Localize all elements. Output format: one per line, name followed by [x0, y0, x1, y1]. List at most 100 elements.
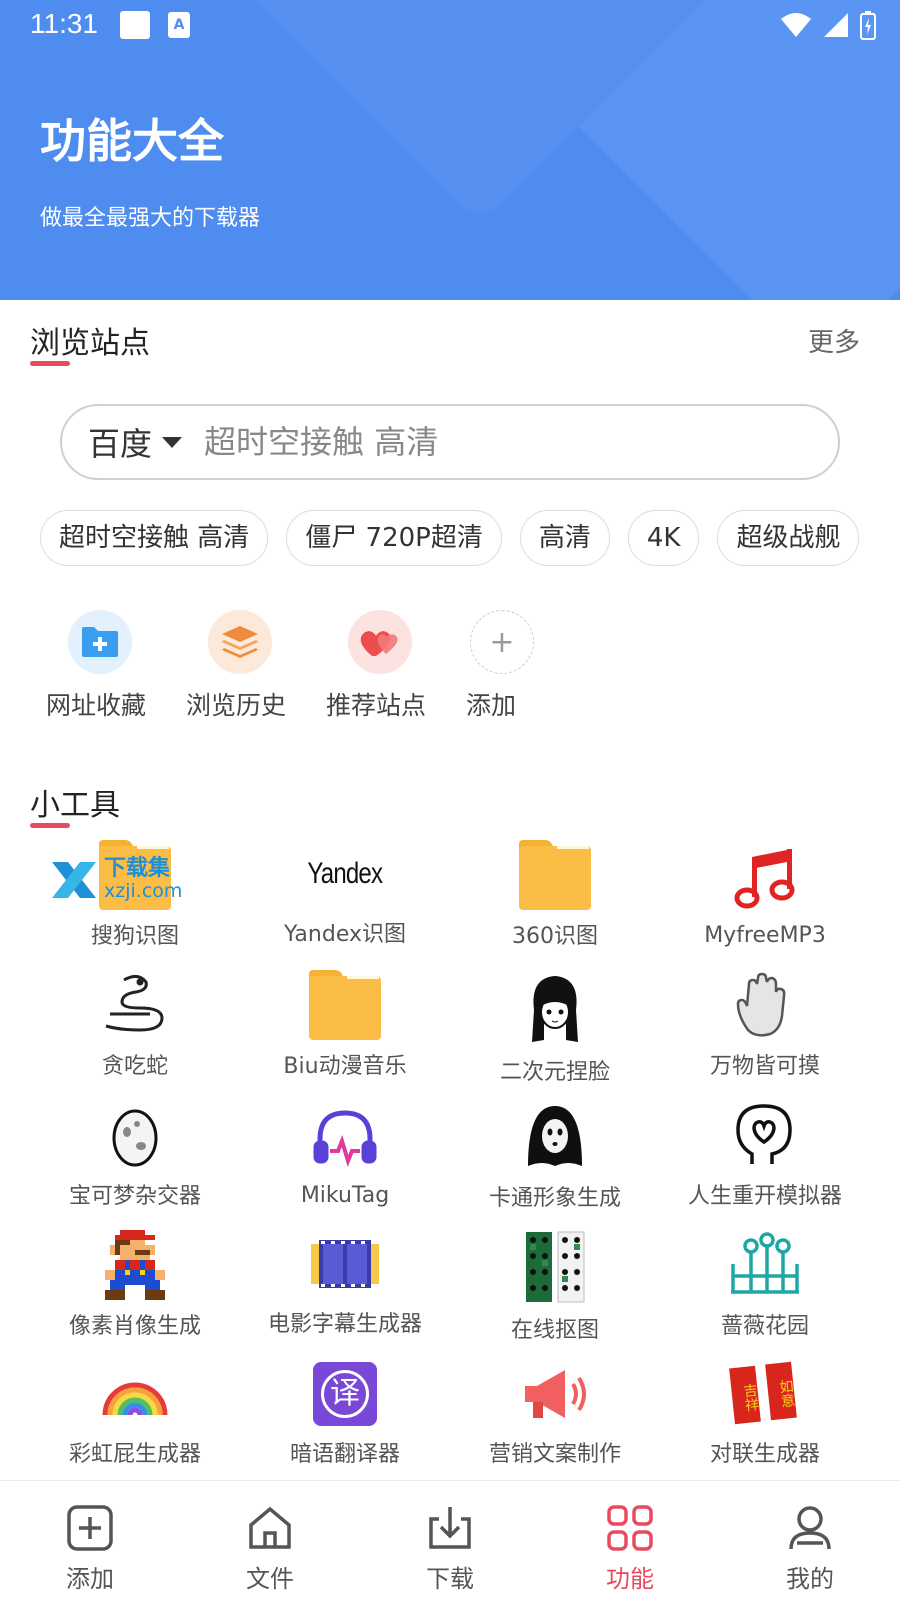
- tool-yandex-image[interactable]: Yandex Yandex识图: [240, 840, 450, 948]
- signal-icon: [824, 13, 848, 37]
- user-icon: [789, 1506, 831, 1550]
- nav-functions[interactable]: 功能: [540, 1481, 720, 1600]
- hand-icon: [727, 970, 803, 1040]
- shortcut-label: 浏览历史: [186, 691, 287, 720]
- nav-download[interactable]: 下载: [360, 1481, 540, 1600]
- hearts-icon: [348, 610, 412, 674]
- tool-cartoon-avatar[interactable]: 卡通形象生成: [450, 1100, 660, 1211]
- folder-icon: [307, 970, 383, 1040]
- tool-label: 卡通形象生成: [488, 1186, 621, 1211]
- tool-rose-garden[interactable]: 蔷薇花园: [660, 1230, 870, 1339]
- home-icon: [249, 1506, 291, 1549]
- tool-label: 万物皆可摸: [709, 1054, 820, 1079]
- nav-label: 文件: [246, 1565, 294, 1593]
- grid-icon: [607, 1505, 653, 1551]
- tool-movie-subtitle[interactable]: 电影字幕生成器: [240, 1230, 450, 1338]
- anime-girl-icon: [517, 970, 593, 1046]
- tool-360-image[interactable]: 360识图: [450, 840, 660, 949]
- search-engine-select[interactable]: 百度: [88, 419, 152, 465]
- yandex-logo: Yandex: [307, 857, 384, 890]
- film-strip-icon: [307, 1230, 383, 1298]
- chevron-down-icon[interactable]: [162, 436, 183, 448]
- tools-grid: 搜狗识图 Yandex Yandex识图 360识图 MyfreeMP3 贪吃蛇…: [30, 840, 870, 1468]
- header-banner: 11:31 A 功能大全 做最全最强大的下载器: [0, 0, 900, 300]
- tool-label: MyfreeMP3: [704, 923, 826, 948]
- nav-label: 我的: [786, 1565, 834, 1593]
- tool-biu-anime-music[interactable]: Biu动漫音乐: [240, 970, 450, 1079]
- tool-label: 电影字幕生成器: [267, 1312, 422, 1337]
- watermark-domain: xzji.com: [104, 880, 183, 902]
- tool-label: MikuTag: [300, 1183, 390, 1208]
- status-icons: [780, 10, 876, 40]
- tool-pixel-portrait[interactable]: 像素肖像生成: [30, 1230, 240, 1339]
- title-underline: [30, 361, 70, 366]
- section-title-tools-label: 小工具: [30, 788, 120, 823]
- tool-myfreemp3[interactable]: MyfreeMP3: [660, 840, 870, 948]
- wifi-icon: [781, 13, 811, 37]
- tool-label: Yandex识图: [284, 922, 406, 947]
- search-chip[interactable]: 僵尸 720P超清: [286, 510, 502, 566]
- nav-add[interactable]: 添加: [0, 1481, 180, 1600]
- shortcut-label: 网址收藏: [46, 691, 147, 720]
- nav-profile[interactable]: 我的: [720, 1481, 900, 1600]
- tool-pokemon-fusion[interactable]: 宝可梦杂交器: [30, 1100, 240, 1209]
- headphones-icon: [307, 1100, 383, 1175]
- megaphone-icon: [517, 1360, 593, 1428]
- nav-files[interactable]: 文件: [180, 1481, 360, 1600]
- tool-secret-translator[interactable]: 译 暗语翻译器: [240, 1360, 450, 1468]
- tool-label: Biu动漫音乐: [283, 1054, 407, 1079]
- app-notification-icon: A: [168, 12, 190, 38]
- music-note-icon: [727, 840, 803, 915]
- page-subtitle: 做最全最强大的下载器: [40, 206, 261, 231]
- search-chip[interactable]: 4K: [627, 510, 700, 566]
- tool-label: 蔷薇花园: [720, 1314, 809, 1339]
- rainbow-icon: [97, 1360, 173, 1428]
- garden-icon: [727, 1230, 803, 1300]
- tool-label: 在线抠图: [510, 1318, 599, 1343]
- watermark: 下载集 xzji.com: [48, 858, 182, 902]
- shortcut-recommended[interactable]: 推荐站点: [326, 610, 466, 722]
- nav-label: 下载: [426, 1565, 474, 1593]
- shortcut-label: 推荐站点: [326, 691, 427, 720]
- tool-label: 二次元捏脸: [499, 1060, 610, 1085]
- sticker-sheet-icon: [517, 1230, 593, 1304]
- section-title-browse-label: 浏览站点: [30, 326, 150, 361]
- head-heart-icon: [727, 1100, 803, 1170]
- search-chip[interactable]: 超级战舰: [717, 510, 860, 566]
- hot-search-chips: 超时空接触 高清 僵尸 720P超清 高清 4K 超级战舰: [40, 510, 870, 568]
- search-chip[interactable]: 高清: [519, 510, 610, 566]
- search-chip[interactable]: 超时空接触 高清: [40, 510, 269, 566]
- battery-icon: [860, 11, 876, 40]
- pixel-mario-icon: [97, 1230, 173, 1300]
- search-bar[interactable]: 百度: [60, 404, 840, 480]
- watermark-text: 下载集: [104, 856, 171, 881]
- site-shortcuts: 网址收藏 浏览历史 推荐站点 + 添加: [46, 610, 576, 722]
- section-title-tools: 小工具: [30, 780, 120, 828]
- status-time: 11:31: [30, 8, 98, 39]
- tool-label: 搜狗识图: [90, 924, 179, 949]
- tool-online-cutout[interactable]: 在线抠图: [450, 1230, 660, 1343]
- tool-touch-everything[interactable]: 万物皆可摸: [660, 970, 870, 1079]
- shortcut-bookmarks[interactable]: 网址收藏: [46, 610, 186, 722]
- tool-rainbow-compliment[interactable]: 彩虹屁生成器: [30, 1360, 240, 1468]
- tool-label: 营销文案制作: [488, 1442, 621, 1467]
- tool-marketing-copy[interactable]: 营销文案制作: [450, 1360, 660, 1468]
- tool-mikutag[interactable]: MikuTag: [240, 1100, 450, 1208]
- tool-label: 暗语翻译器: [289, 1442, 400, 1467]
- tool-couplet[interactable]: 吉祥 如意 对联生成器: [660, 1360, 870, 1468]
- main-content: 浏览站点 更多 百度 超时空接触 高清僵尸 720P超清高清 4K 超级战舰 网址收…: [0, 300, 900, 1480]
- tool-life-restart[interactable]: 人生重开模拟器: [660, 1100, 870, 1209]
- shortcut-add[interactable]: + 添加: [466, 610, 576, 722]
- tool-anime-face[interactable]: 二次元捏脸: [450, 970, 660, 1085]
- plus-icon: +: [470, 610, 534, 674]
- watermark-x-icon: [52, 862, 96, 898]
- shortcut-history[interactable]: 浏览历史: [186, 610, 326, 722]
- snake-icon: [97, 970, 173, 1040]
- tool-snake[interactable]: 贪吃蛇: [30, 970, 240, 1079]
- tool-label: 像素肖像生成: [68, 1314, 201, 1339]
- folder-icon: [517, 840, 593, 910]
- tool-label: 贪吃蛇: [101, 1054, 168, 1079]
- notification-icon: [120, 11, 150, 39]
- search-input[interactable]: [204, 423, 765, 461]
- more-link[interactable]: 更多: [808, 322, 860, 359]
